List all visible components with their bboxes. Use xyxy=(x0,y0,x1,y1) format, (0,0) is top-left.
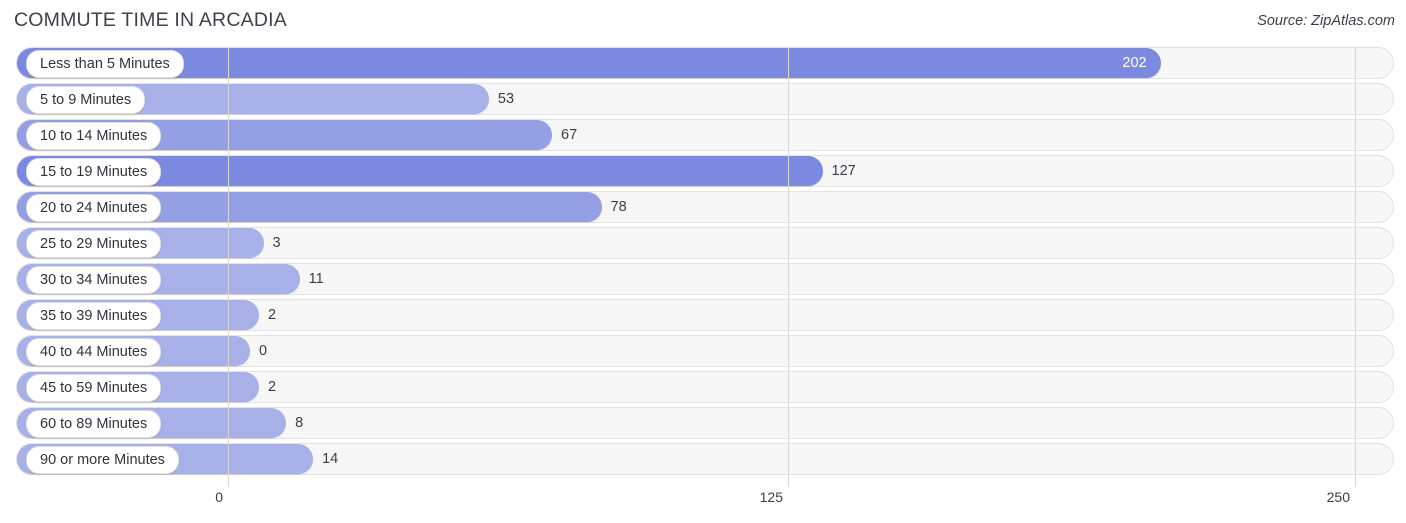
bar-row[interactable]: 11 30 to 34 Minutes xyxy=(0,263,1406,295)
bar-value-label: 2 xyxy=(268,307,277,323)
bar-category-label: 35 to 39 Minutes xyxy=(26,302,162,330)
x-axis: 0 125 250 xyxy=(0,487,1406,523)
bar-value-label: 3 xyxy=(272,235,281,251)
source-attribution: Source: ZipAtlas.com xyxy=(1257,13,1395,29)
bar-category-label: 10 to 14 Minutes xyxy=(26,122,162,150)
bar-row[interactable]: 2 45 to 59 Minutes xyxy=(0,371,1406,403)
bar-value-label: 2 xyxy=(268,379,277,395)
bar-category-label: Less than 5 Minutes xyxy=(26,50,184,78)
bar-value-label: 78 xyxy=(610,199,627,215)
chart-plot-area: 202 Less than 5 Minutes 53 5 to 9 Minutes 67… xyxy=(0,47,1406,487)
bar-category-label: 60 to 89 Minutes xyxy=(26,410,162,438)
bar-value-label: 127 xyxy=(831,163,856,179)
bar-row[interactable]: 202 Less than 5 Minutes xyxy=(0,47,1406,79)
x-axis-tick-label: 125 xyxy=(759,489,783,505)
bar-value-label: 11 xyxy=(308,271,324,287)
bar-row[interactable]: 127 15 to 19 Minutes xyxy=(0,155,1406,187)
bar-category-label: 40 to 44 Minutes xyxy=(26,338,162,366)
bar-row[interactable]: 14 90 or more Minutes xyxy=(0,443,1406,475)
bar-value-label: 14 xyxy=(322,451,339,467)
bar-row-list: 202 Less than 5 Minutes 53 5 to 9 Minutes 67… xyxy=(0,47,1406,479)
bar-row[interactable]: 0 40 to 44 Minutes xyxy=(0,335,1406,367)
x-axis-tick-label: 250 xyxy=(1326,489,1350,505)
bar-value-label: 67 xyxy=(561,127,578,143)
bar-row[interactable]: 67 10 to 14 Minutes xyxy=(0,119,1406,151)
bar-value-label: 53 xyxy=(497,91,515,107)
bar-row[interactable]: 8 60 to 89 Minutes xyxy=(0,407,1406,439)
bar-category-label: 20 to 24 Minutes xyxy=(26,194,162,222)
bar-category-label: 15 to 19 Minutes xyxy=(26,158,162,186)
bar[interactable] xyxy=(17,48,1161,78)
bar-value-label: 0 xyxy=(259,343,268,359)
bar-row[interactable]: 53 5 to 9 Minutes xyxy=(0,83,1406,115)
bar-category-label: 90 or more Minutes xyxy=(26,446,179,474)
bar-row[interactable]: 3 25 to 29 Minutes xyxy=(0,227,1406,259)
page-title: COMMUTE TIME IN ARCADIA xyxy=(14,9,287,31)
bar-category-label: 5 to 9 Minutes xyxy=(26,86,146,114)
x-axis-tick-label: 0 xyxy=(215,489,223,505)
bar-category-label: 45 to 59 Minutes xyxy=(26,374,162,402)
bar-row[interactable]: 2 35 to 39 Minutes xyxy=(0,299,1406,331)
bar-value-label: 202 xyxy=(1122,55,1147,71)
bar-row[interactable]: 78 20 to 24 Minutes xyxy=(0,191,1406,223)
chart-header: COMMUTE TIME IN ARCADIA Source: ZipAtlas… xyxy=(0,0,1406,44)
bar-category-label: 25 to 29 Minutes xyxy=(26,230,162,258)
bar-category-label: 30 to 34 Minutes xyxy=(26,266,162,294)
bar-value-label: 8 xyxy=(295,415,304,431)
